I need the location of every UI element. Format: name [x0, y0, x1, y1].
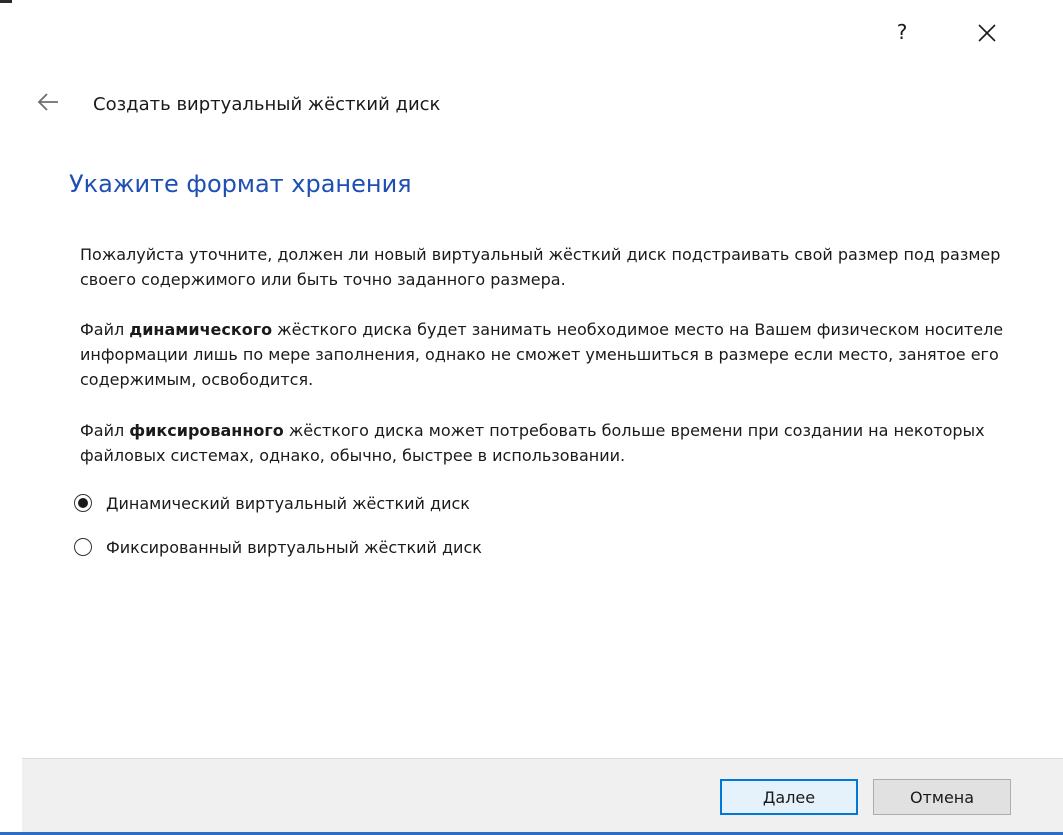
paragraph-text: Файл [80, 421, 130, 440]
radio-button-checked[interactable] [74, 494, 92, 512]
wizard-title: Создать виртуальный жёсткий диск [93, 94, 441, 115]
cancel-button[interactable]: Отмена [873, 779, 1011, 815]
wizard-window: ? Создать виртуальный жёсткий диск Укажи… [0, 0, 1063, 835]
window-corner-mark [0, 0, 12, 3]
dynamic-term: динамического [129, 320, 273, 339]
back-button[interactable] [34, 89, 62, 115]
paragraph-text: Файл [80, 320, 130, 339]
close-button[interactable] [972, 18, 1002, 48]
description-paragraph-1: Пожалуйста уточните, должен ли новый вир… [80, 245, 1001, 289]
next-button[interactable]: Далее [720, 779, 858, 815]
radio-fixed-label[interactable]: Фиксированный виртуальный жёсткий диск [106, 538, 482, 557]
description-paragraph-fixed: Файл фиксированного жёсткого диска может… [80, 418, 1020, 468]
radio-fixed-disk[interactable]: Фиксированный виртуальный жёсткий диск [74, 535, 482, 559]
help-button[interactable]: ? [890, 18, 914, 46]
back-arrow-icon [37, 93, 58, 111]
radio-dynamic-disk[interactable]: Динамический виртуальный жёсткий диск [74, 491, 470, 515]
radio-dynamic-label[interactable]: Динамический виртуальный жёсткий диск [106, 494, 470, 513]
fixed-term: фиксированного [129, 421, 284, 440]
close-icon [978, 24, 996, 42]
radio-selected-dot [78, 498, 88, 508]
description-paragraph-dynamic: Файл динамического жёсткого диска будет … [80, 317, 1020, 392]
page-heading: Укажите формат хранения [69, 170, 412, 198]
radio-button-unchecked[interactable] [74, 538, 92, 556]
